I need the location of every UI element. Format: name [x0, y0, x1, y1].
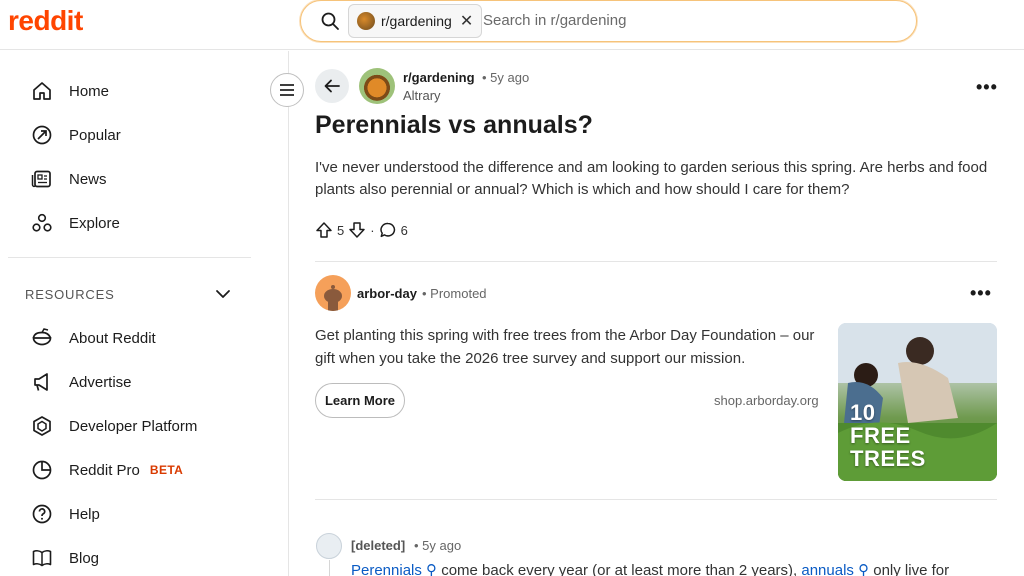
post-author[interactable]: Altrary [403, 88, 441, 103]
comment-text-segment: only live for [869, 562, 950, 576]
megaphone-icon [30, 370, 54, 394]
sidebar-item-popular[interactable]: Popular [30, 123, 121, 147]
sidebar-item-label: Popular [69, 126, 121, 144]
subreddit-avatar[interactable] [359, 68, 395, 104]
subreddit-search-chip[interactable]: r/gardening ✕ [348, 4, 483, 38]
home-icon [30, 79, 54, 103]
sidebar-item-help[interactable]: Help [30, 502, 100, 526]
sidebar-item-label: Help [69, 505, 100, 523]
chip-label: r/gardening [381, 13, 452, 29]
sidebar-item-developer-platform[interactable]: Developer Platform [30, 414, 197, 438]
comment-text: Perennials ⚲ come back every year (or at… [351, 561, 949, 576]
sidebar-item-label: Developer Platform [69, 417, 198, 435]
resources-heading: RESOURCES [25, 287, 115, 302]
sidebar-item-news[interactable]: News [30, 167, 107, 191]
advertiser-avatar[interactable] [315, 275, 351, 311]
ad-domain[interactable]: shop.arborday.org [714, 393, 819, 408]
subreddit-link[interactable]: r/gardening [403, 70, 475, 85]
sidebar-item-label: About Reddit [69, 329, 156, 347]
post-divider [315, 261, 997, 262]
search-icon [321, 12, 339, 30]
sidebar-item-home[interactable]: Home [30, 79, 109, 103]
downvote-icon[interactable] [348, 221, 366, 239]
post-title: Perennials vs annuals? [315, 111, 593, 139]
comment-age: • 5y ago [414, 538, 462, 553]
more-options-icon[interactable]: ••• [970, 283, 992, 304]
pie-chart-icon [30, 458, 54, 482]
learn-more-button[interactable]: Learn More [315, 383, 405, 418]
search-icon[interactable]: ⚲ [854, 562, 869, 576]
developer-hexagon-icon [30, 414, 54, 438]
post-actions: 5 · 6 [315, 221, 408, 239]
ad-text[interactable]: Get planting this spring with free trees… [315, 324, 815, 370]
sidebar-item-reddit-pro[interactable]: Reddit Pro BETA [30, 458, 183, 482]
left-sidebar: Home Popular News Explore RESOURCES Abou… [0, 51, 289, 576]
sidebar-item-label: Home [69, 82, 110, 100]
search-icon[interactable]: ⚲ [422, 562, 437, 576]
sidebar-item-blog[interactable]: Blog [30, 546, 99, 570]
book-icon [30, 546, 54, 570]
reddit-logo[interactable]: reddit [8, 5, 83, 37]
comment-text-segment: come back every year (or at least more t… [437, 562, 802, 576]
comment-thread-line[interactable] [329, 560, 330, 576]
hamburger-icon [280, 84, 294, 96]
sidebar-divider [8, 257, 251, 258]
close-icon[interactable]: ✕ [460, 11, 473, 31]
sidebar-item-advertise[interactable]: Advertise [30, 370, 132, 394]
more-options-icon[interactable]: ••• [976, 77, 998, 98]
popular-icon [30, 123, 54, 147]
upvote-icon[interactable] [315, 221, 333, 239]
sidebar-item-label: Reddit Pro [69, 461, 140, 479]
post-body: I've never understood the difference and… [315, 159, 988, 198]
ad-image-text-line: TREES [850, 446, 926, 471]
search-input[interactable]: Search in r/gardening [483, 12, 626, 29]
ad-image-text-line: 10 [850, 400, 876, 425]
ad-image-overlay: 10 FREE TREES [850, 401, 926, 470]
sidebar-item-label: Explore [69, 214, 120, 232]
back-button[interactable] [315, 69, 349, 103]
snoo-avatar-icon [324, 285, 342, 311]
arrow-left-icon [324, 79, 340, 93]
action-separator: · [370, 222, 375, 238]
chevron-down-icon[interactable] [214, 285, 232, 303]
top-bar: reddit r/gardening ✕ Search in r/gardeni… [0, 0, 1024, 50]
sidebar-item-label: Blog [69, 549, 100, 567]
ad-divider [315, 499, 997, 500]
sidebar-item-explore[interactable]: Explore [30, 211, 120, 235]
post-age: • 5y ago [482, 70, 530, 85]
ad-image[interactable]: 10 FREE TREES [838, 323, 997, 481]
search-bar[interactable]: r/gardening ✕ Search in r/gardening [300, 0, 917, 42]
vote-count: 5 [337, 222, 345, 238]
ad-image-text-line: FREE [850, 423, 911, 448]
sidebar-item-label: News [69, 170, 107, 188]
news-icon [30, 167, 54, 191]
comment-author: [deleted] [351, 538, 406, 553]
comment-count: 6 [400, 222, 408, 238]
sidebar-item-label: Advertise [69, 373, 132, 391]
search-link-annuals[interactable]: annuals [801, 562, 854, 576]
search-link-perennials[interactable]: Perennials [351, 562, 422, 576]
subreddit-avatar-icon [357, 12, 375, 30]
help-icon [30, 502, 54, 526]
sidebar-item-about-reddit[interactable]: About Reddit [30, 326, 156, 350]
comment-avatar[interactable] [316, 533, 342, 559]
comment-icon[interactable] [379, 221, 397, 239]
beta-badge: BETA [149, 463, 184, 477]
advertiser-name[interactable]: arbor-day [357, 286, 417, 301]
reddit-alien-icon [30, 326, 54, 350]
explore-icon [30, 211, 54, 235]
promoted-label: • Promoted [422, 286, 487, 301]
sidebar-toggle-button[interactable] [270, 73, 304, 107]
